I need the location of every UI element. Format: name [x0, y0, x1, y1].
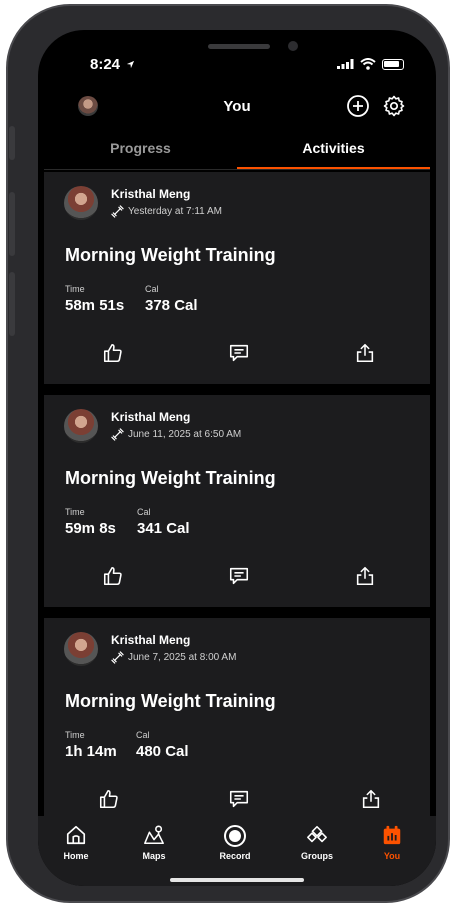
- gear-icon[interactable]: [382, 94, 406, 118]
- activity-card[interactable]: Kristhal Meng June 7, 2025 at 8:00 AM Mo…: [44, 618, 430, 830]
- activity-actions: [44, 788, 430, 812]
- bottom-nav: Home Maps Record Groups You: [38, 816, 436, 886]
- athlete-name[interactable]: Kristhal Meng: [111, 187, 190, 201]
- stat-label: Time: [65, 730, 85, 740]
- stat-value: 378 Cal: [145, 297, 198, 314]
- activity-actions: [44, 342, 430, 366]
- stat-calories: Cal 378 Cal: [145, 284, 198, 314]
- nav-label: Groups: [300, 851, 333, 861]
- activity-card[interactable]: Kristhal Meng Yesterday at 7:11 AM Morni…: [44, 172, 430, 384]
- status-icons: [337, 58, 404, 70]
- comment-icon[interactable]: [228, 788, 250, 810]
- share-icon[interactable]: [360, 788, 382, 810]
- activity-title[interactable]: Morning Weight Training: [65, 245, 276, 266]
- stat-label: Cal: [136, 730, 150, 740]
- activity-meta: June 7, 2025 at 8:00 AM: [111, 651, 236, 664]
- front-camera: [288, 41, 298, 51]
- athlete-name[interactable]: Kristhal Meng: [111, 633, 190, 647]
- athlete-avatar[interactable]: [64, 186, 98, 220]
- nav-maps[interactable]: Maps: [124, 824, 184, 861]
- stat-value: 480 Cal: [136, 743, 189, 760]
- volume-up-button: [9, 192, 15, 256]
- dumbbell-icon: [111, 651, 124, 664]
- page-title: You: [223, 98, 251, 115]
- header: You: [38, 90, 436, 126]
- activity-datetime: Yesterday at 7:11 AM: [128, 206, 222, 217]
- nav-groups[interactable]: Groups: [287, 824, 347, 861]
- calendar-you-icon: [383, 825, 401, 845]
- activity-datetime: June 11, 2025 at 6:50 AM: [128, 429, 242, 440]
- share-icon[interactable]: [354, 342, 376, 364]
- battery-icon: [382, 58, 404, 70]
- cellular-signal-icon: [337, 59, 354, 69]
- nav-record[interactable]: Record: [205, 824, 265, 861]
- home-icon: [66, 825, 86, 845]
- stat-time: Time 59m 8s: [65, 507, 116, 537]
- comment-icon[interactable]: [228, 565, 250, 587]
- stat-value: 58m 51s: [65, 297, 125, 314]
- activity-feed: Kristhal Meng Yesterday at 7:11 AM Morni…: [44, 172, 430, 841]
- athlete-avatar[interactable]: [64, 632, 98, 666]
- thumbs-up-icon[interactable]: [102, 565, 124, 587]
- athlete-name[interactable]: Kristhal Meng: [111, 410, 190, 424]
- stat-label: Time: [65, 507, 85, 517]
- tab-bar: Progress Activities: [44, 128, 430, 170]
- app-screen: 8:24 You Progress Activities Kristhal Me…: [38, 30, 436, 886]
- tab-activities[interactable]: Activities: [237, 128, 430, 169]
- phone-frame: 8:24 You Progress Activities Kristhal Me…: [6, 4, 450, 903]
- stat-value: 59m 8s: [65, 520, 116, 537]
- tab-progress[interactable]: Progress: [44, 128, 237, 169]
- groups-icon: [307, 825, 327, 843]
- nav-label: Home: [63, 851, 89, 861]
- activity-title[interactable]: Morning Weight Training: [65, 468, 276, 489]
- dumbbell-icon: [111, 428, 124, 441]
- activity-meta: Yesterday at 7:11 AM: [111, 205, 222, 218]
- stat-calories: Cal 480 Cal: [136, 730, 189, 760]
- map-icon: [144, 825, 164, 845]
- stat-label: Time: [65, 284, 85, 294]
- nav-label: Maps: [142, 851, 166, 861]
- thumbs-up-icon[interactable]: [102, 342, 124, 364]
- nav-you[interactable]: You: [362, 824, 422, 861]
- nav-label: You: [383, 851, 401, 861]
- stat-calories: Cal 341 Cal: [137, 507, 190, 537]
- mute-switch: [9, 126, 15, 160]
- stat-time: Time 58m 51s: [65, 284, 124, 314]
- activity-datetime: June 7, 2025 at 8:00 AM: [128, 652, 237, 663]
- volume-down-button: [9, 272, 15, 336]
- nav-label: Record: [219, 851, 251, 861]
- stat-label: Cal: [137, 507, 151, 517]
- athlete-avatar[interactable]: [64, 409, 98, 443]
- wifi-icon: [360, 58, 376, 70]
- activity-card[interactable]: Kristhal Meng June 11, 2025 at 6:50 AM M…: [44, 395, 430, 607]
- record-icon: [224, 825, 246, 847]
- stat-label: Cal: [145, 284, 159, 294]
- activity-title[interactable]: Morning Weight Training: [65, 691, 276, 712]
- share-icon[interactable]: [354, 565, 376, 587]
- location-arrow-icon: [127, 60, 135, 69]
- activity-meta: June 11, 2025 at 6:50 AM: [111, 428, 241, 441]
- stat-value: 1h 14m: [65, 743, 117, 760]
- thumbs-up-icon[interactable]: [98, 788, 120, 810]
- status-time: 8:24: [90, 56, 135, 73]
- stat-value: 341 Cal: [137, 520, 190, 537]
- home-indicator[interactable]: [170, 878, 304, 882]
- nav-home[interactable]: Home: [46, 824, 106, 861]
- dumbbell-icon: [111, 205, 124, 218]
- notch: [128, 30, 346, 66]
- comment-icon[interactable]: [228, 342, 250, 364]
- add-circle-icon[interactable]: [346, 94, 370, 118]
- speaker: [208, 44, 270, 49]
- stat-time: Time 1h 14m: [65, 730, 117, 760]
- activity-actions: [44, 565, 430, 589]
